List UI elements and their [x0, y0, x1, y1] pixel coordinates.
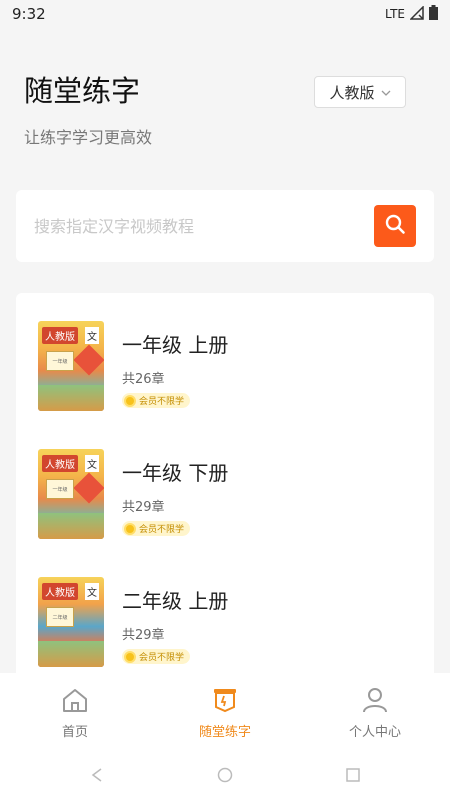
vip-badge-label: 会员不限学: [139, 653, 185, 663]
cover-ground: [38, 385, 104, 411]
page-subtitle: 让练字学习更高效: [24, 128, 153, 147]
cover-grade: 一年级: [52, 486, 68, 493]
page-title: 随堂练字: [24, 74, 141, 108]
search-button[interactable]: [374, 205, 416, 247]
status-bar: 9:32 LTE: [0, 0, 450, 28]
book-item[interactable]: 人教版 文 一年级 一年级 上册 共26章 会员不限学: [38, 321, 228, 411]
cover-kite: [73, 472, 104, 504]
nav-label-practice: 随堂练字: [198, 725, 251, 740]
cover-grade-box: 二年级: [46, 607, 74, 627]
status-icons: LTE: [385, 4, 438, 23]
network-label: LTE: [385, 7, 405, 21]
book-cover: 人教版 文 一年级: [38, 449, 104, 539]
nav-item-practice[interactable]: 随堂练字: [150, 673, 300, 753]
book-title: 一年级 下册: [122, 461, 229, 485]
cover-ground: [38, 641, 104, 667]
nav-item-profile[interactable]: 个人中心: [300, 673, 450, 753]
battery-icon: [429, 5, 438, 23]
cover-kite: [73, 344, 104, 376]
vip-badge: 会员不限学: [122, 521, 191, 536]
system-nav-bar: [0, 753, 450, 800]
book-title: 二年级 上册: [122, 589, 229, 613]
recents-icon[interactable]: [345, 767, 361, 787]
edition-selector[interactable]: 人教版: [314, 76, 406, 108]
book-cover: 人教版 文 一年级: [38, 321, 104, 411]
book-info: 二年级 上册 共29章 会员不限学: [122, 577, 228, 667]
bottom-nav: 首页 随堂练字 个人中心: [0, 673, 450, 753]
vip-coin-icon: [124, 394, 136, 407]
nav-item-home[interactable]: 首页: [0, 673, 150, 753]
vip-coin-icon: [124, 650, 136, 663]
vip-badge-label: 会员不限学: [139, 525, 185, 535]
page-header: 随堂练字 让练字学习更高效 人教版: [0, 72, 450, 148]
book-chapter-count: 共29章: [122, 500, 165, 515]
cover-edition-label: 人教版: [42, 583, 78, 600]
cover-grade: 二年级: [52, 614, 68, 621]
book-info: 一年级 上册 共26章 会员不限学: [122, 321, 228, 411]
book-info: 一年级 下册 共29章 会员不限学: [122, 449, 228, 539]
cover-subject-label: 文: [85, 583, 99, 600]
search-icon: [384, 213, 406, 239]
vip-badge: 会员不限学: [122, 649, 191, 664]
book-title: 一年级 上册: [122, 333, 229, 357]
search-input[interactable]: [34, 216, 374, 236]
vip-coin-icon: [124, 522, 136, 535]
book-chapter-count: 共29章: [122, 628, 165, 643]
book-chapter-count: 共26章: [122, 372, 165, 387]
cover-ground: [38, 513, 104, 539]
search-card: [16, 190, 434, 262]
practice-icon: [211, 687, 239, 717]
book-cover: 人教版 文 二年级: [38, 577, 104, 667]
cover-edition-label: 人教版: [42, 327, 78, 344]
vip-badge-label: 会员不限学: [139, 397, 185, 407]
signal-icon: [409, 4, 424, 23]
person-icon: [361, 687, 389, 717]
edition-label: 人教版: [329, 83, 375, 102]
chevron-down-icon: [381, 83, 391, 101]
cover-subject-label: 文: [85, 327, 99, 344]
home-icon: [61, 687, 89, 717]
home-circle-icon[interactable]: [217, 767, 233, 787]
cover-grade-box: 一年级: [46, 479, 74, 499]
cover-grade-box: 一年级: [46, 351, 74, 371]
book-list: 人教版 文 一年级 一年级 上册 共26章 会员不限学 人教版 文 一年级 一年…: [16, 293, 434, 683]
book-item[interactable]: 人教版 文 二年级 二年级 上册 共29章 会员不限学: [38, 577, 228, 667]
nav-label-profile: 个人中心: [348, 725, 401, 740]
cover-grade: 一年级: [52, 358, 68, 365]
cover-edition-label: 人教版: [42, 455, 78, 472]
back-icon[interactable]: [89, 767, 105, 787]
vip-badge: 会员不限学: [122, 393, 191, 408]
cover-subject-label: 文: [85, 455, 99, 472]
status-time: 9:32: [12, 5, 46, 23]
book-item[interactable]: 人教版 文 一年级 一年级 下册 共29章 会员不限学: [38, 449, 228, 539]
nav-label-home: 首页: [61, 725, 88, 740]
